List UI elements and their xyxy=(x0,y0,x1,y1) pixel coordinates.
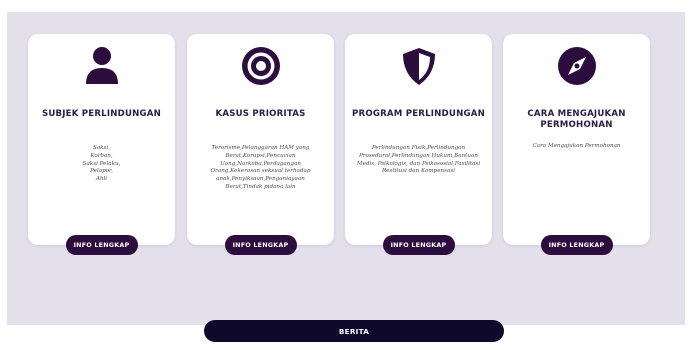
card-title: PROGRAM PERLINDUNGAN xyxy=(352,109,485,119)
card-cara-mengajukan-permohonan: CARA MENGAJUKAN PERMOHONAN Cara Mengajuk… xyxy=(503,34,650,255)
info-lengkap-button[interactable]: INFO LENGKAP xyxy=(382,235,455,255)
target-icon xyxy=(239,44,283,88)
card-kasus-prioritas: KASUS PRIORITAS Terorisme,Pelanggaran HA… xyxy=(187,34,334,255)
card-title: CARA MENGAJUKAN PERMOHONAN xyxy=(527,109,626,130)
card-title: KASUS PRIORITAS xyxy=(215,109,306,119)
shield-icon xyxy=(397,44,441,88)
berita-button[interactable]: BERITA xyxy=(204,320,504,342)
card-subjek-perlindungan: SUBJEK PERLINDUNGAN Saksi, Korban, Saksi… xyxy=(28,34,175,255)
user-icon xyxy=(80,44,124,88)
card-description: Saksi, Korban, Saksi Pelaku, Pelapor, Ah… xyxy=(82,145,121,183)
card-program-perlindungan: PROGRAM PERLINDUNGAN Perlindungan Fisik,… xyxy=(345,34,492,255)
card-description: Terorisme,Pelanggaran HAM yang Berat,Kor… xyxy=(210,145,311,190)
card-title: SUBJEK PERLINDUNGAN xyxy=(41,109,162,119)
card-description: Cara Mengajukan Permohonan xyxy=(532,143,621,149)
info-lengkap-button[interactable]: INFO LENGKAP xyxy=(540,235,613,255)
compass-icon xyxy=(555,44,599,88)
info-lengkap-button[interactable]: INFO LENGKAP xyxy=(224,235,297,255)
card-description: Perlindungan Fisik,Perlindungan Prosedur… xyxy=(356,145,481,175)
info-lengkap-button[interactable]: INFO LENGKAP xyxy=(65,235,138,255)
